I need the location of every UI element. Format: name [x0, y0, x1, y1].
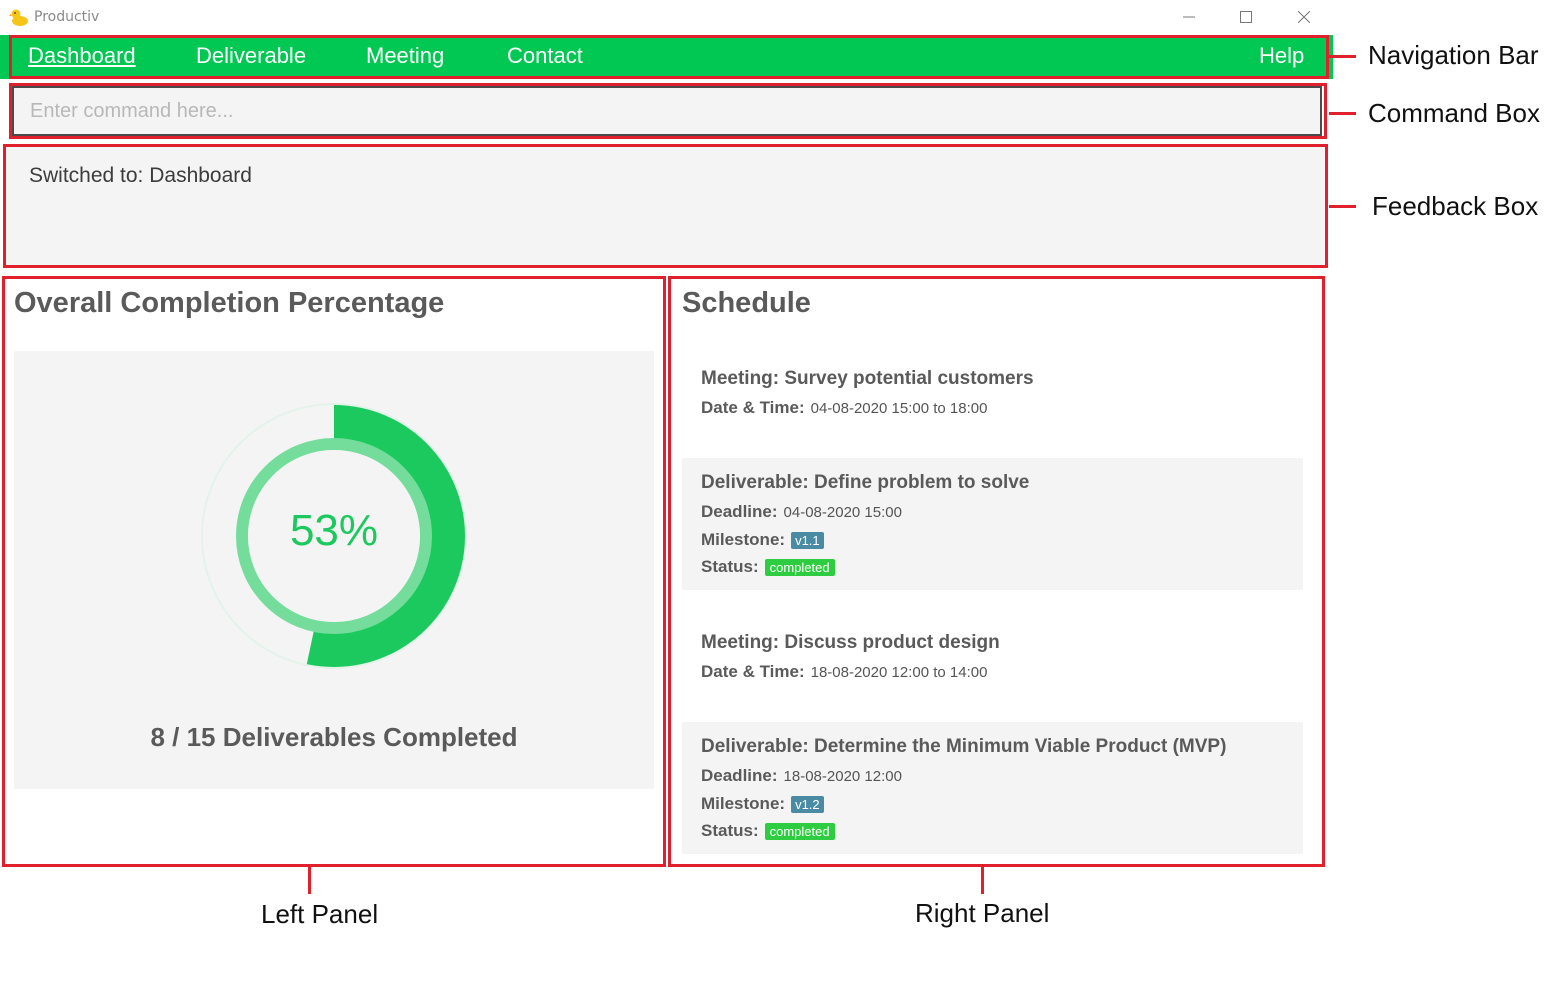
nav-help[interactable]: Help [1259, 43, 1304, 69]
minimize-icon [1183, 16, 1195, 18]
milestone-tag: v1.2 [791, 795, 824, 813]
deadline-value: 18-08-2020 12:00 [783, 767, 902, 785]
datetime-value: 18-08-2020 12:00 to 14:00 [810, 663, 988, 681]
schedule-item-title: Meeting: Discuss product design [701, 632, 1000, 653]
completion-summary: 8 / 15 Deliverables Completed [150, 722, 518, 752]
datetime-label: Date & Time: [701, 398, 805, 417]
schedule-item-meeting[interactable]: Meeting: Survey potential customers Date… [682, 352, 1303, 456]
maximize-button[interactable] [1226, 4, 1266, 30]
schedule-item-milestone: Milestone: v1.1 [701, 530, 824, 550]
right-panel-pointer [981, 867, 984, 894]
status-badge: completed [764, 558, 835, 576]
deadline-label: Deadline: [701, 766, 778, 785]
close-button[interactable] [1284, 4, 1324, 30]
nav-dashboard[interactable]: Dashboard [28, 43, 136, 69]
schedule-item-deliverable[interactable]: Deliverable: Define problem to solve Dea… [682, 458, 1303, 590]
nav-contact[interactable]: Contact [507, 43, 583, 69]
feedback-text: Switched to: Dashboard [29, 164, 252, 187]
schedule-item-deadline: Deadline: 04-08-2020 15:00 [701, 502, 902, 522]
milestone-tag: v1.1 [791, 531, 824, 549]
left-panel-annotation: Left Panel [261, 899, 379, 929]
navigation-bar: Dashboard Deliverable Meeting Contact He… [0, 35, 1333, 79]
deadline-label: Deadline: [701, 502, 778, 521]
datetime-value: 04-08-2020 15:00 to 18:00 [810, 399, 988, 417]
right-panel-annotation: Right Panel [915, 898, 1050, 928]
schedule-item-milestone: Milestone: v1.2 [701, 794, 824, 814]
schedule-item-status: Status: completed [701, 557, 835, 577]
close-icon [1298, 11, 1310, 23]
schedule-item-title: Meeting: Survey potential customers [701, 368, 1034, 389]
nav-meeting[interactable]: Meeting [366, 43, 444, 69]
schedule-item-meeting[interactable]: Meeting: Discuss product design Date & T… [682, 616, 1303, 720]
feedback-box: Switched to: Dashboard [5, 146, 1327, 266]
minimize-button[interactable] [1169, 4, 1209, 30]
schedule-item-deadline: Deadline: 18-08-2020 12:00 [701, 766, 902, 786]
nav-deliverable[interactable]: Deliverable [196, 43, 306, 69]
schedule-item-datetime: Date & Time: 04-08-2020 15:00 to 18:00 [701, 398, 987, 418]
maximize-icon [1240, 11, 1252, 23]
schedule-item-title: Deliverable: Define problem to solve [701, 472, 1030, 493]
command-box-annotation: Command Box [1368, 98, 1540, 128]
feedback-box-annotation: Feedback Box [1372, 191, 1539, 221]
deadline-value: 04-08-2020 15:00 [783, 503, 902, 521]
left-panel-title: Overall Completion Percentage [14, 287, 445, 319]
milestone-label: Milestone: [701, 530, 786, 549]
schedule-item-deliverable[interactable]: Deliverable: Determine the Minimum Viabl… [682, 722, 1303, 854]
datetime-label: Date & Time: [701, 662, 805, 681]
milestone-label: Milestone: [701, 794, 786, 813]
status-label: Status: [701, 557, 759, 576]
left-panel-pointer [308, 867, 311, 894]
feedback-box-pointer [1329, 205, 1356, 208]
completion-percent: 53% [289, 506, 379, 555]
schedule-title: Schedule [682, 287, 811, 319]
schedule-item-datetime: Date & Time: 18-08-2020 12:00 to 14:00 [701, 662, 987, 682]
command-box-pointer [1329, 112, 1356, 115]
title-bar: Productiv [0, 0, 1335, 34]
command-box [12, 86, 1322, 136]
duck-app-icon [9, 7, 29, 27]
navigation-bar-pointer [1329, 55, 1356, 58]
command-input[interactable] [14, 88, 1320, 134]
status-label: Status: [701, 821, 759, 840]
navigation-bar-annotation: Navigation Bar [1368, 40, 1539, 70]
schedule-item-title: Deliverable: Determine the Minimum Viabl… [701, 736, 1227, 757]
window-title: Productiv [34, 9, 100, 25]
status-badge: completed [764, 822, 835, 840]
schedule-item-status: Status: completed [701, 821, 835, 841]
